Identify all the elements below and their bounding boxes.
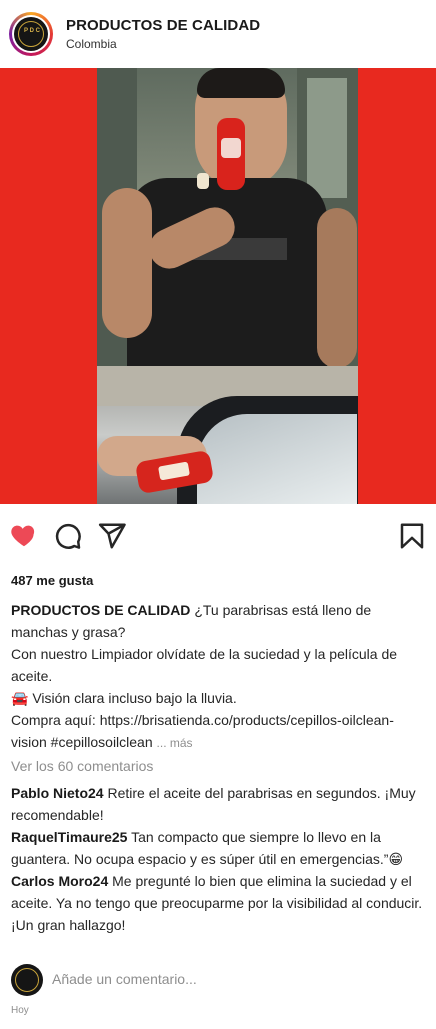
post-timestamp: Hoy [11,1005,29,1016]
avatar-logo: P D C [24,28,40,34]
comment-username[interactable]: RaquelTimaure25 [11,829,127,845]
car-emoji: 🚘 [11,690,29,706]
caption-line-2: Con nuestro Limpiador olvídate de la suc… [11,646,398,684]
comment-item: RaquelTimaure25 Tan compacto que siempre… [11,826,427,870]
comment-username[interactable]: Pablo Nieto24 [11,785,104,801]
action-bar [0,515,436,555]
caption-username[interactable]: PRODUCTOS DE CALIDAD [11,602,190,618]
comment-item: Carlos Moro24 Me pregunté lo bien que el… [11,870,427,936]
send-icon[interactable] [97,521,127,551]
account-name[interactable]: PRODUCTOS DE CALIDAD [66,17,260,34]
add-comment-row [0,960,436,1000]
post-header: P D C PRODUCTOS DE CALIDAD Colombia [0,0,436,68]
post-media[interactable] [0,68,436,504]
video-frame-car-mirror [97,366,358,504]
comment-icon[interactable] [53,521,83,551]
user-avatar [11,964,43,996]
bookmark-icon[interactable] [397,521,427,551]
comment-username[interactable]: Carlos Moro24 [11,873,108,889]
view-all-comments-link[interactable]: Ver los 60 comentarios [11,758,153,774]
caption-line-3: Visión clara incluso bajo la lluvia. [32,690,237,706]
post-caption: PRODUCTOS DE CALIDAD ¿Tu parabrisas está… [11,599,425,754]
caption-line-4: Compra aquí: https://brisatienda.co/prod… [11,712,394,750]
video-frame-man-holding-product [97,68,358,366]
account-location[interactable]: Colombia [66,37,117,51]
comment-item: Pablo Nieto24 Retire el aceite del parab… [11,782,427,826]
like-count[interactable]: 487 me gusta [11,573,93,588]
avatar-image: P D C [14,17,48,51]
add-comment-input[interactable] [52,971,352,987]
profile-avatar[interactable]: P D C [9,12,53,56]
comments-list: Pablo Nieto24 Retire el aceite del parab… [11,782,427,936]
heart-filled-icon[interactable] [9,520,39,550]
more-link[interactable]: ... más [157,736,193,750]
